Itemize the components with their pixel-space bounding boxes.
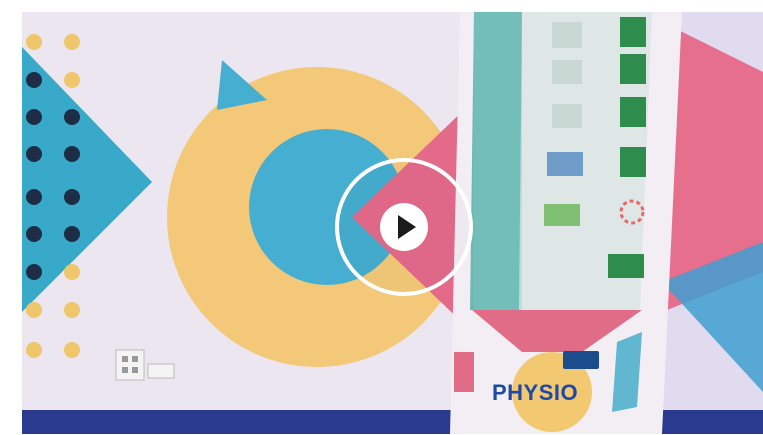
wall-switch: [147, 363, 175, 379]
kiosk-sponsor-logo: [563, 351, 599, 369]
kiosk-stripe: [454, 352, 474, 392]
play-icon: [380, 203, 428, 251]
kiosk-brand-text: PHYSIO: [492, 380, 579, 405]
play-button[interactable]: [335, 158, 473, 296]
wall-outlet: [115, 349, 145, 381]
video-player[interactable]: PHYSIO: [22, 12, 763, 434]
